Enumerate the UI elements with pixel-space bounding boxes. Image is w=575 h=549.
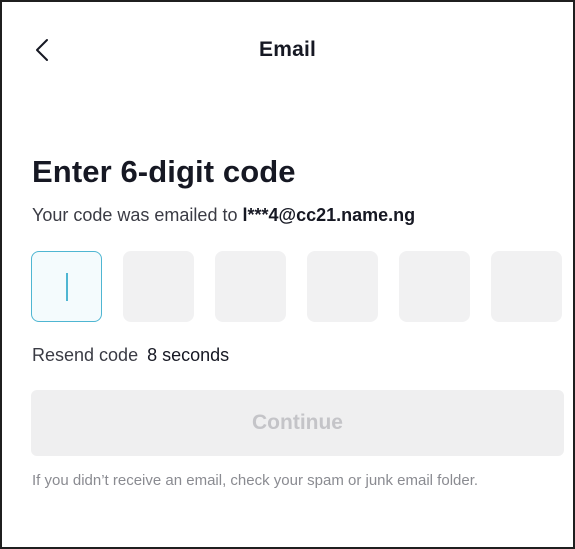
code-digit-2[interactable]	[123, 251, 194, 322]
code-digit-4[interactable]	[307, 251, 378, 322]
top-bar: Email	[2, 2, 573, 98]
continue-button[interactable]: Continue	[31, 390, 564, 456]
code-digit-1[interactable]	[31, 251, 102, 322]
resend-code-label: Resend code	[32, 345, 139, 365]
text-caret	[65, 272, 68, 301]
code-heading: Enter 6-digit code	[32, 154, 296, 189]
code-digit-6[interactable]	[491, 251, 562, 322]
code-input-group	[31, 251, 562, 323]
resend-code-row: Resend code 8 seconds	[32, 345, 229, 366]
email-sent-message: Your code was emailed to l***4@cc21.name…	[32, 205, 415, 226]
code-digit-3[interactable]	[215, 251, 286, 322]
code-digit-5[interactable]	[399, 251, 470, 322]
resend-countdown: 8 seconds	[147, 345, 230, 365]
email-sent-prefix: Your code was emailed to	[32, 205, 238, 225]
page-title: Email	[258, 38, 317, 61]
email-verification-screen: Email Enter 6-digit code Your code was e…	[0, 0, 575, 549]
spam-help-text: If you didn’t receive an email, check yo…	[32, 472, 479, 489]
masked-email: l***4@cc21.name.ng	[242, 205, 416, 225]
